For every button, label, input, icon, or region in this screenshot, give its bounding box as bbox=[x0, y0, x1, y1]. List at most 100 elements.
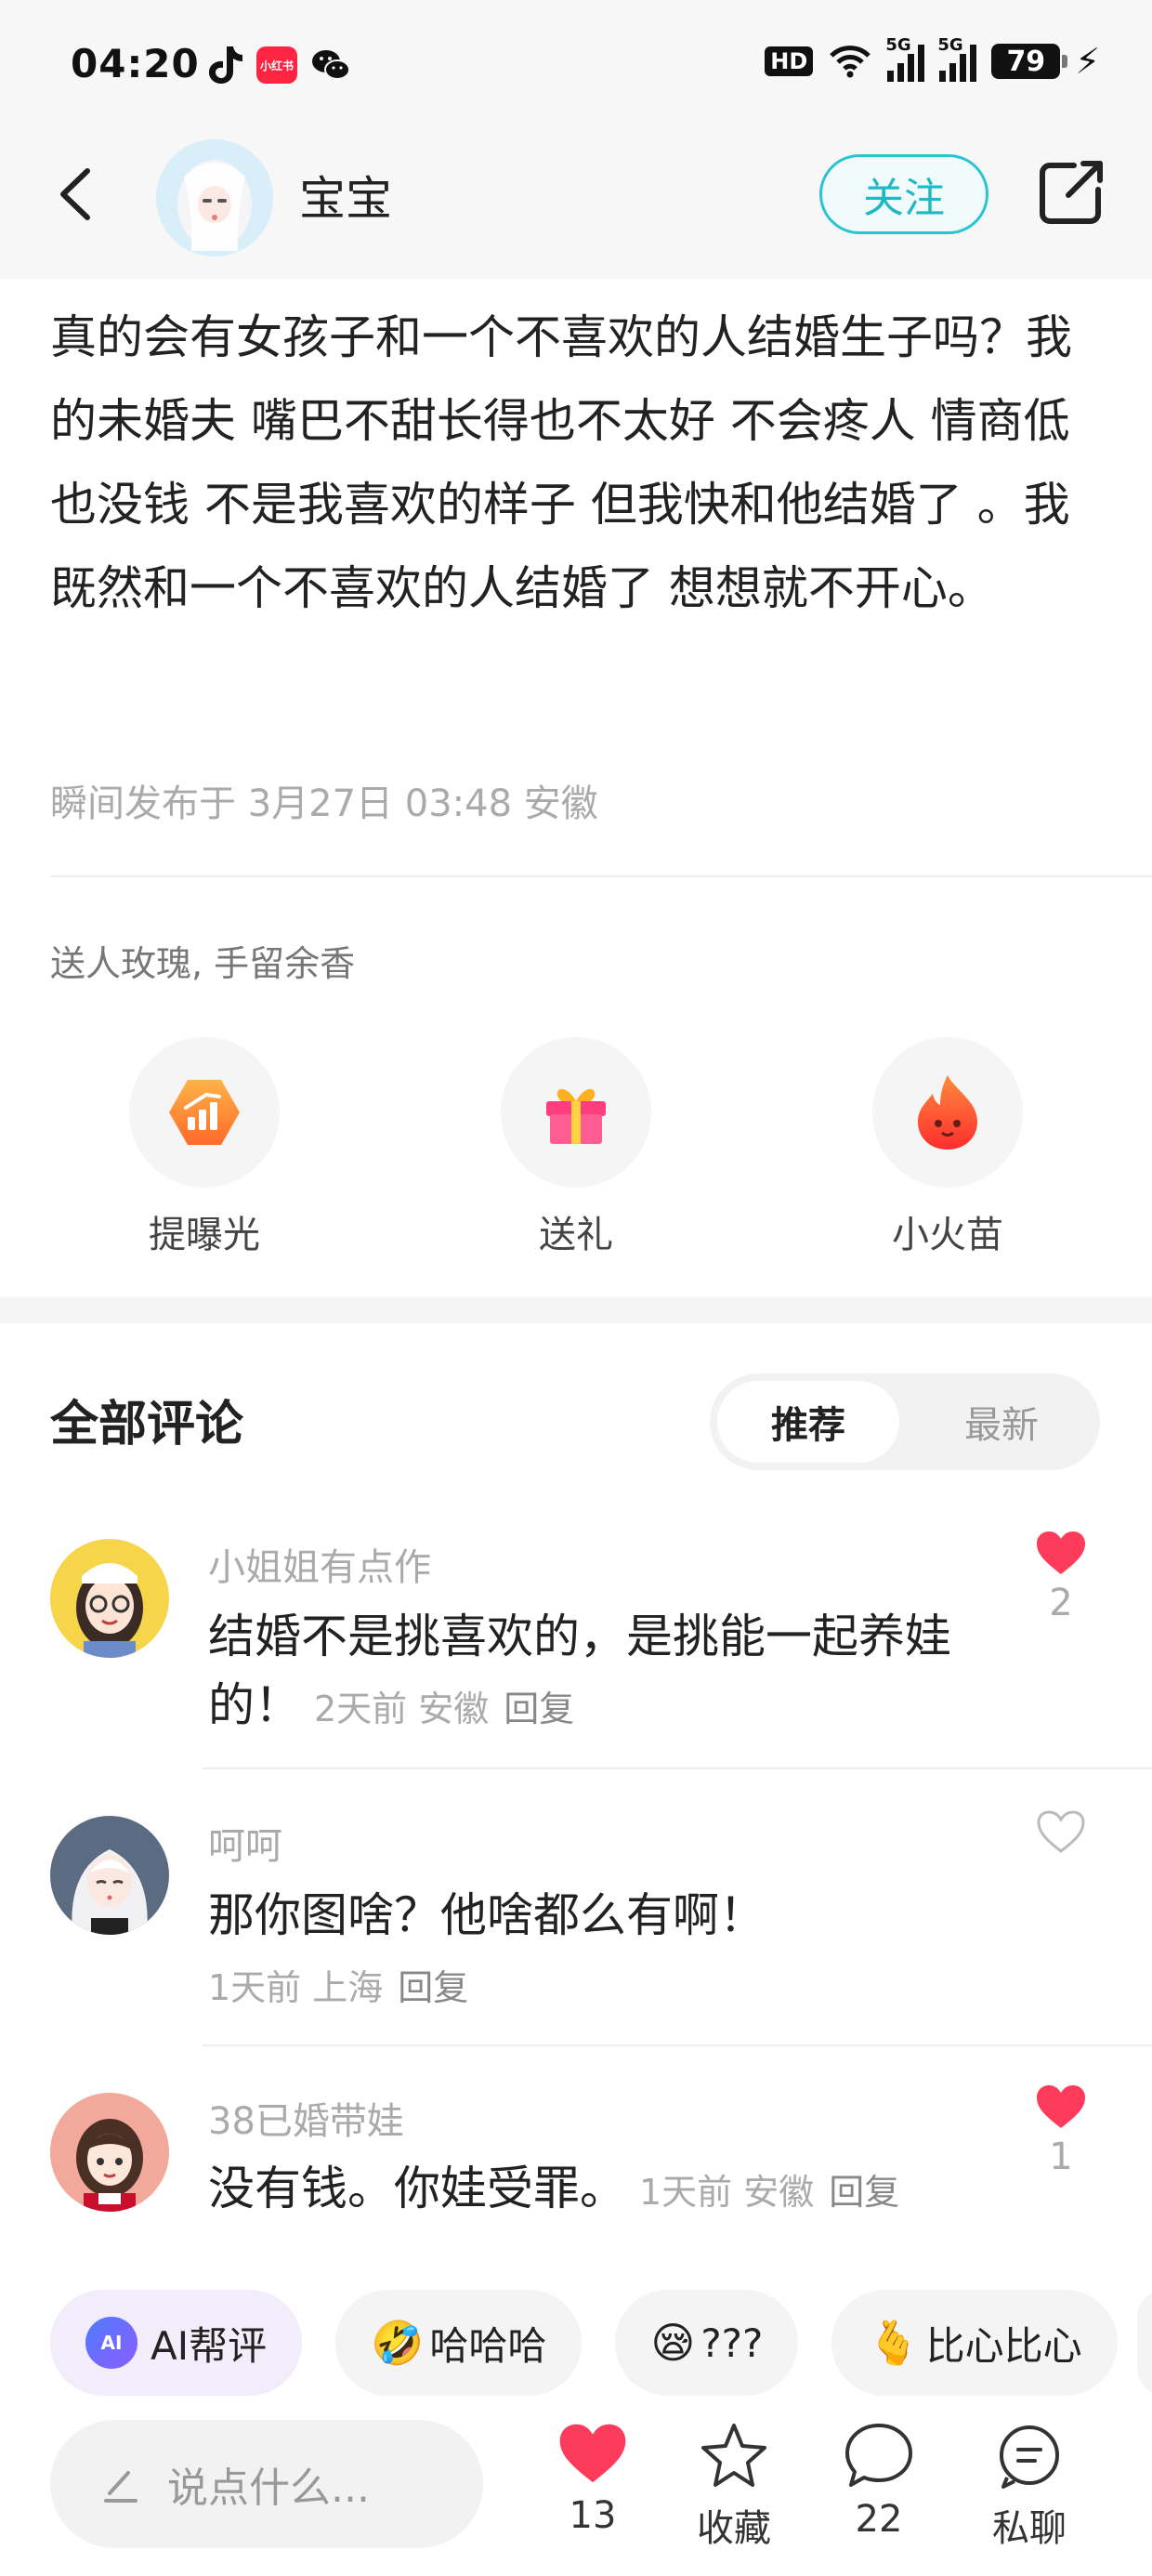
quick-reply-chip[interactable]: 🤣 哈哈哈 bbox=[335, 2290, 583, 2396]
chip-label: 哈哈哈 bbox=[429, 2322, 547, 2369]
sleepy-emoji-icon: 😪 bbox=[650, 2318, 696, 2368]
flame-icon bbox=[918, 1075, 977, 1150]
flame-circle bbox=[872, 1037, 1023, 1188]
network-label-2: 5G bbox=[937, 35, 963, 55]
chip-label: ??? bbox=[700, 2320, 764, 2366]
network-label-1: 5G bbox=[885, 35, 911, 55]
boost-label: 提曝光 bbox=[149, 1214, 260, 1256]
comment-meta: 1天前 安徽 回复 bbox=[639, 2172, 899, 2213]
boost-circle bbox=[129, 1037, 280, 1188]
battery-icon: 79 bbox=[991, 44, 1068, 79]
comment-input-placeholder: 说点什么... bbox=[167, 2464, 370, 2512]
comment-location: 上海 bbox=[312, 1967, 384, 2008]
like-count: 13 bbox=[569, 2494, 617, 2537]
post-meta: 瞬间发布于 3月27日 03:48 安徽 bbox=[50, 782, 598, 825]
comment-meta: 2天前 安徽 回复 bbox=[314, 1689, 574, 1729]
wifi-icon bbox=[830, 46, 871, 78]
chip-label: 比心比心 bbox=[925, 2322, 1082, 2369]
quick-reply-chip[interactable]: 🫰 比心比心 bbox=[831, 2290, 1118, 2396]
heart-outline-icon bbox=[1037, 1810, 1085, 1853]
comment-like-button[interactable] bbox=[1026, 1808, 1096, 1860]
comment-count: 22 bbox=[855, 2498, 903, 2541]
gift-label: 送礼 bbox=[539, 1214, 613, 1256]
back-icon[interactable] bbox=[50, 164, 106, 225]
divider bbox=[50, 875, 1152, 877]
comment-location: 安徽 bbox=[418, 1689, 490, 1729]
gift-caption: 送人玫瑰, 手留余香 bbox=[50, 943, 356, 984]
hd-label: HD bbox=[765, 46, 814, 76]
sort-recommended-tab[interactable]: 推荐 bbox=[717, 1381, 899, 1463]
share-icon[interactable] bbox=[1037, 158, 1106, 227]
commenter-name[interactable]: 38已婚带娃 bbox=[208, 2091, 404, 2145]
xiaohongshu-label: 小红书 bbox=[259, 59, 294, 72]
ai-comment-chip[interactable]: AI AI帮评 bbox=[50, 2290, 303, 2396]
boost-icon bbox=[169, 1080, 240, 1145]
hd-badge: HD bbox=[765, 46, 814, 76]
author-avatar[interactable] bbox=[156, 139, 273, 256]
message-label: 私聊 bbox=[992, 2507, 1067, 2550]
charging-icon: ⚡ bbox=[1075, 41, 1100, 82]
section-separator bbox=[0, 1297, 1152, 1323]
comment-divider bbox=[203, 1768, 1152, 1769]
flame-label: 小火苗 bbox=[892, 1214, 1003, 1256]
ai-icon: AI bbox=[85, 2317, 137, 2369]
reply-button[interactable]: 回复 bbox=[829, 2172, 899, 2213]
status-time: 04:20 bbox=[71, 41, 200, 86]
comment-text: 结婚不是挑喜欢的，是挑能一起养娃的！ 2天前 安徽 回复 bbox=[208, 1602, 979, 1743]
collect-label: 收藏 bbox=[697, 2507, 771, 2550]
signal-icon-1: 5G bbox=[885, 35, 925, 82]
battery-level: 79 bbox=[1006, 45, 1046, 78]
author-name[interactable]: 宝宝 bbox=[299, 162, 392, 229]
wechat-icon bbox=[312, 50, 350, 80]
heart-filled-icon bbox=[1037, 2085, 1085, 2128]
comment-body: 没有钱。你娃受罪。 bbox=[208, 2162, 626, 2215]
signal-icon-2: 5G bbox=[937, 35, 977, 82]
quick-reply-chip-partial[interactable] bbox=[1137, 2290, 1152, 2396]
reply-button[interactable]: 回复 bbox=[398, 1967, 468, 2008]
post-content: 真的会有女孩子和一个不喜欢的人结婚生子吗？我的未婚夫 嘴巴不甜长得也不太好 不会… bbox=[50, 310, 1072, 615]
commenter-name[interactable]: 呵呵 bbox=[208, 1816, 282, 1870]
comment-input[interactable]: 说点什么... bbox=[50, 2420, 483, 2548]
commenter-avatar[interactable] bbox=[50, 1539, 169, 1658]
comment-button[interactable]: 22 bbox=[823, 2422, 935, 2541]
comment-like-count: 1 bbox=[1049, 2136, 1073, 2178]
like-button[interactable]: 13 bbox=[537, 2422, 648, 2537]
comment-text: 没有钱。你娃受罪。 1天前 安徽 回复 bbox=[208, 2154, 979, 2227]
message-button[interactable]: 私聊 bbox=[974, 2422, 1085, 2552]
pencil-icon bbox=[104, 2471, 137, 2503]
message-icon bbox=[1000, 2425, 1059, 2489]
boost-button[interactable]: 提曝光 bbox=[111, 1037, 297, 1258]
status-right: HD 5G 5G 79 ⚡ bbox=[765, 35, 1100, 82]
gift-circle bbox=[501, 1037, 651, 1188]
comment-sort-toggle: 推荐 最新 bbox=[710, 1373, 1100, 1470]
quick-reply-chip[interactable]: 😪 ??? bbox=[615, 2290, 799, 2396]
heart-filled-icon bbox=[559, 2424, 626, 2483]
comment-bubble-icon bbox=[845, 2424, 912, 2487]
gift-icon bbox=[546, 1088, 606, 1144]
comment-location: 安徽 bbox=[743, 2172, 815, 2213]
comment-like-count: 2 bbox=[1049, 1582, 1073, 1624]
post-header: 宝宝 关注 bbox=[0, 139, 1152, 279]
commenter-avatar[interactable] bbox=[50, 1816, 169, 1935]
comment-meta: 1天前 上海 回复 bbox=[208, 1959, 468, 2010]
commenter-name[interactable]: 小姐姐有点作 bbox=[208, 1537, 431, 1591]
sort-latest-tab[interactable]: 最新 bbox=[910, 1381, 1093, 1463]
tiktok-icon bbox=[209, 46, 242, 84]
collect-button[interactable]: 收藏 bbox=[678, 2422, 790, 2552]
comment-divider bbox=[203, 2044, 1152, 2046]
xiaohongshu-icon: 小红书 bbox=[256, 46, 297, 84]
flame-button[interactable]: 小火苗 bbox=[855, 1037, 1041, 1258]
follow-button[interactable]: 关注 bbox=[819, 154, 988, 234]
comment-like-button[interactable]: 2 bbox=[1026, 1530, 1096, 1624]
comment-like-button[interactable]: 1 bbox=[1026, 2083, 1096, 2178]
chip-label: AI帮评 bbox=[151, 2322, 268, 2369]
comment-time: 1天前 bbox=[208, 1967, 302, 2008]
comment-text: 那你图啥？他啥都么有啊！ bbox=[208, 1888, 766, 1942]
comments-title: 全部评论 bbox=[50, 1397, 244, 1452]
comment-time: 2天前 bbox=[314, 1689, 408, 1729]
gift-button[interactable]: 送礼 bbox=[483, 1037, 669, 1258]
reply-button[interactable]: 回复 bbox=[504, 1689, 574, 1729]
status-bar: 04:20 小红书 HD 5G 5G 79 ⚡ bbox=[0, 0, 1152, 139]
commenter-avatar[interactable] bbox=[50, 2093, 169, 2212]
quick-reply-chips: AI AI帮评 🤣 哈哈哈 😪 ??? 🫰 比心比心 bbox=[50, 2290, 1118, 2396]
